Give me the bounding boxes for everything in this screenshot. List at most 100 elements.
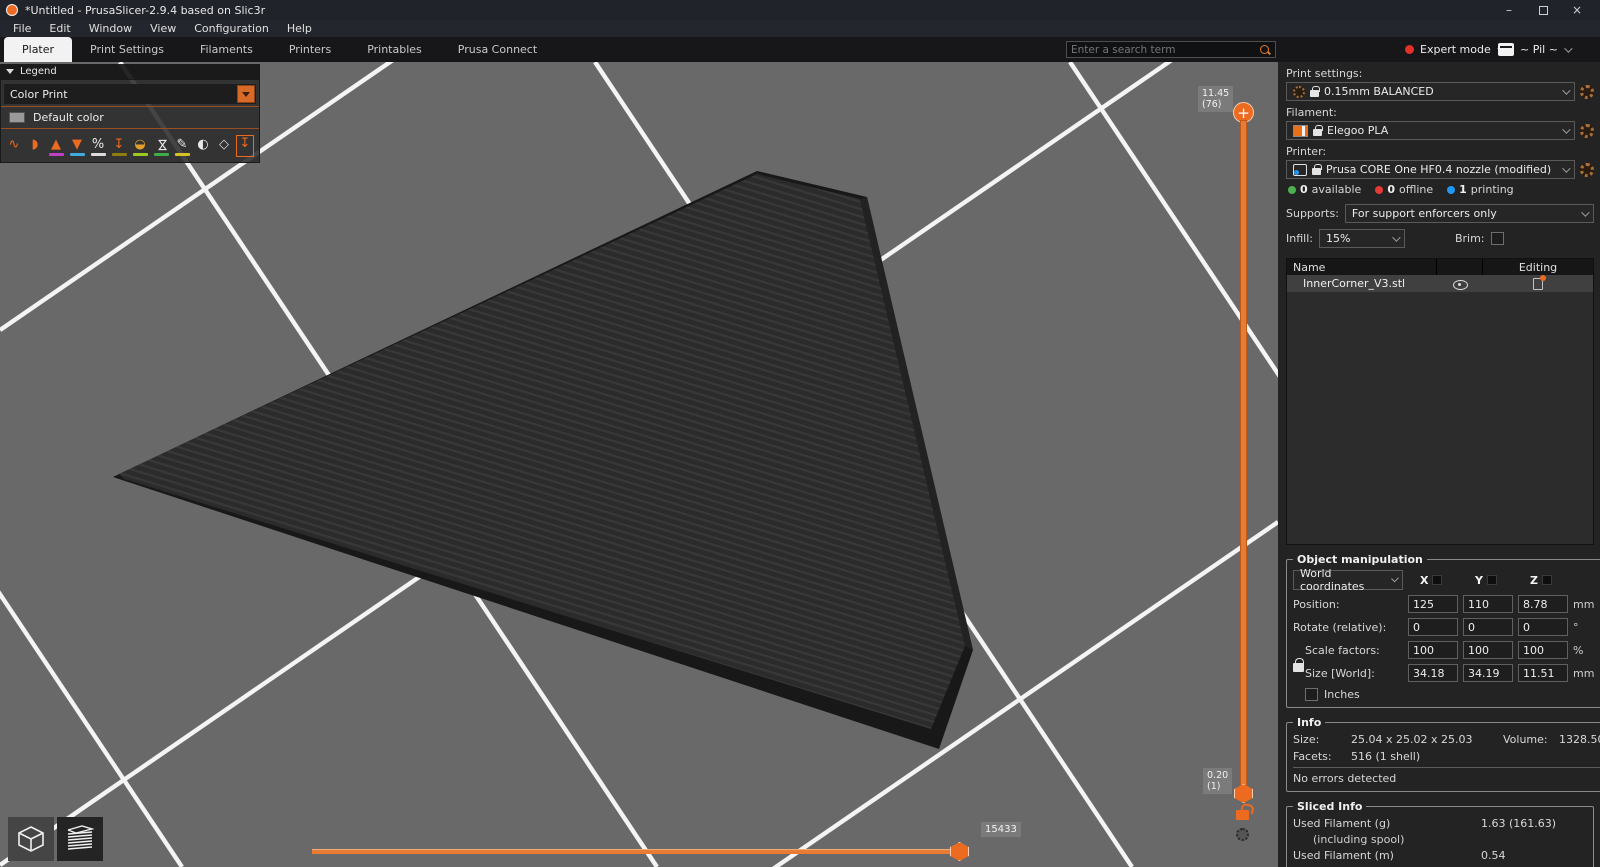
wireframe-icon[interactable]: ◇: [215, 137, 233, 157]
size-y-input[interactable]: [1463, 664, 1513, 682]
printer-value: Prusa CORE One HF0.4 nozzle (modified): [1326, 163, 1552, 176]
scale-y-input[interactable]: [1463, 641, 1513, 659]
legend-collapse-header[interactable]: Legend: [0, 64, 260, 79]
sliced-info-panel: Sliced Info Used Filament (g) 1.63 (161.…: [1286, 800, 1594, 867]
rotate-label: Rotate (relative):: [1293, 620, 1387, 634]
infill-dropdown[interactable]: 15%: [1318, 229, 1405, 248]
menu-edit[interactable]: Edit: [40, 22, 79, 35]
tab-prusa-connect[interactable]: Prusa Connect: [440, 37, 555, 62]
minimize-button[interactable]: –: [1492, 0, 1526, 20]
axis-y-icon[interactable]: [1486, 575, 1497, 585]
retractions-icon[interactable]: ↧: [110, 137, 128, 157]
filament-g-value: 1.63 (161.63): [1481, 817, 1557, 830]
axis-x-header: X: [1408, 574, 1458, 587]
status-offline: 0 offline: [1375, 183, 1433, 196]
lock-icon: [1313, 124, 1323, 136]
size-x-input[interactable]: [1408, 664, 1458, 682]
travels-icon[interactable]: ∿: [5, 137, 23, 157]
scale-z-input[interactable]: [1518, 641, 1568, 659]
red-dot-icon: [1375, 185, 1384, 194]
move-slider-track[interactable]: [312, 849, 967, 854]
tab-plater[interactable]: Plater: [4, 37, 73, 62]
slider-settings-gear-icon[interactable]: [1236, 828, 1249, 841]
layer-slider-track[interactable]: [1240, 120, 1247, 795]
print-settings-dropdown[interactable]: 0.15mm BALANCED: [1286, 82, 1575, 101]
tab-print-settings[interactable]: Print Settings: [72, 37, 182, 62]
app-icon: [6, 4, 18, 16]
supports-value: For support enforcers only: [1351, 207, 1497, 220]
speed-up-icon[interactable]: ▲: [47, 137, 65, 157]
printer-dropdown[interactable]: Prusa CORE One HF0.4 nozzle (modified): [1286, 160, 1575, 179]
maximize-button[interactable]: [1526, 0, 1560, 20]
uniform-scale-lock-icon[interactable]: [1293, 658, 1304, 672]
brim-label: Brim:: [1454, 232, 1485, 245]
maximize-icon: [1538, 5, 1548, 15]
chevron-down-icon: [1581, 207, 1590, 217]
filament-dropdown[interactable]: Elegoo PLA: [1286, 121, 1575, 140]
search-input[interactable]: [1071, 43, 1259, 56]
tab-filaments[interactable]: Filaments: [182, 37, 271, 62]
mode-selector[interactable]: Expert mode: [1405, 40, 1506, 59]
printer-label: Printer:: [1286, 145, 1327, 158]
fuzzy-skin-icon[interactable]: %: [89, 137, 107, 157]
axis-x-icon[interactable]: [1432, 575, 1443, 585]
tab-printers[interactable]: Printers: [271, 37, 349, 62]
layer-lock-icon[interactable]: [1236, 810, 1249, 820]
volume-value: 1328.50: [1559, 733, 1600, 746]
rotate-z-input[interactable]: [1518, 618, 1568, 636]
print-settings-edit-gear-icon[interactable]: [1580, 84, 1594, 99]
rotate-y-input[interactable]: [1463, 618, 1513, 636]
objects-table-header: Name Editing: [1287, 259, 1593, 275]
inches-checkbox[interactable]: [1305, 688, 1318, 701]
legend-item-default-color[interactable]: Default color: [1, 109, 259, 126]
printer-edit-gear-icon[interactable]: [1580, 162, 1594, 177]
account-label: ~ Pil ~: [1520, 43, 1558, 56]
filament-label: Filament:: [1286, 106, 1337, 119]
volume-label: Volume:: [1503, 733, 1548, 746]
custom-gcode-icon[interactable]: ✎: [173, 137, 191, 157]
object-row-innercorner[interactable]: InnerCorner_V3.stl: [1287, 274, 1593, 292]
size-z-input[interactable]: [1518, 664, 1568, 682]
position-y-input[interactable]: [1463, 595, 1513, 613]
unretractions-icon[interactable]: ↧: [236, 135, 254, 157]
coordinates-dropdown[interactable]: World coordinates: [1293, 567, 1403, 593]
object-manipulation-title: Object manipulation: [1297, 553, 1423, 566]
menu-configuration[interactable]: Configuration: [185, 22, 278, 35]
filament-edit-gear-icon[interactable]: [1580, 123, 1594, 138]
account-selector[interactable]: ~ Pil ~: [1498, 40, 1573, 59]
supports-label: Supports:: [1286, 207, 1339, 220]
dropdown-button[interactable]: [237, 85, 255, 103]
3d-viewport[interactable]: Legend Color Print Default color ∿ ◗ ▲ ▼: [0, 62, 1278, 867]
object-shells-icon[interactable]: ◗: [26, 137, 44, 157]
rotate-x-input[interactable]: [1408, 618, 1458, 636]
3d-editor-view-button[interactable]: [8, 817, 54, 861]
color-changes-icon[interactable]: ◒: [131, 137, 149, 157]
seams-icon[interactable]: ◐: [194, 137, 212, 157]
filament-color-swatch: [1293, 124, 1308, 137]
editing-state-icon[interactable]: [1533, 274, 1546, 290]
menu-view[interactable]: View: [141, 22, 185, 35]
menu-help[interactable]: Help: [278, 22, 321, 35]
position-z-input[interactable]: [1518, 595, 1568, 613]
filament-m-label: Used Filament (m): [1293, 849, 1394, 862]
editing-column-header: Editing: [1518, 260, 1558, 274]
close-button[interactable]: ×: [1560, 0, 1594, 20]
supports-dropdown[interactable]: For support enforcers only: [1344, 204, 1594, 223]
brim-checkbox[interactable]: [1490, 232, 1504, 245]
speed-down-icon[interactable]: ▼: [68, 137, 86, 157]
preview-layers-view-button[interactable]: [57, 817, 103, 861]
position-label: Position:: [1293, 597, 1340, 611]
chevron-down-icon: [1562, 85, 1571, 95]
pauses-icon[interactable]: ⋈: [152, 137, 170, 157]
position-x-input[interactable]: [1408, 595, 1458, 613]
objects-list-empty-area[interactable]: [1287, 292, 1593, 544]
axis-y-header: Y: [1463, 574, 1513, 587]
visibility-eye-icon[interactable]: [1453, 278, 1468, 290]
menu-window[interactable]: Window: [80, 22, 141, 35]
menu-file[interactable]: File: [4, 22, 40, 35]
search-icon[interactable]: [1259, 44, 1271, 56]
axis-z-icon[interactable]: [1541, 575, 1552, 585]
tab-printables[interactable]: Printables: [349, 37, 440, 62]
scale-x-input[interactable]: [1408, 641, 1458, 659]
view-mode-dropdown[interactable]: Color Print: [4, 84, 256, 104]
